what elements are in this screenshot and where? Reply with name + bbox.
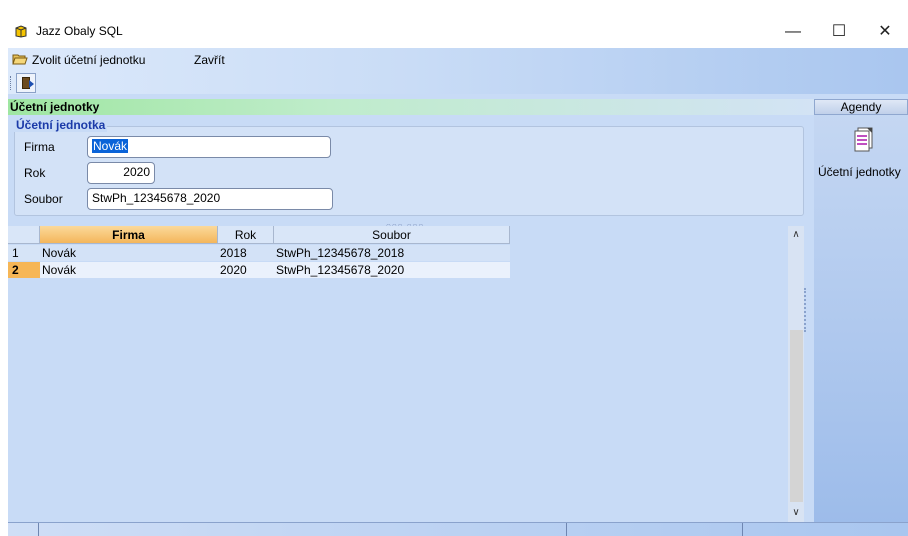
status-separator <box>38 523 39 536</box>
data-grid: ○○○ ○○○ Firma Rok Soubor 1 Novák 2018 St… <box>8 221 798 522</box>
firma-value: Novák <box>92 139 129 153</box>
main-window: Zvolit účetní jednotku Zavřít Účetní jed… <box>8 48 908 536</box>
pane-splitter[interactable] <box>804 288 810 332</box>
row-number: 2 <box>8 262 40 278</box>
section-header: Účetní jednotky <box>8 99 814 115</box>
menu-zavrit[interactable]: Zavřít <box>194 53 225 67</box>
menu-bar: Zvolit účetní jednotku Zavřít <box>8 48 908 72</box>
agendy-pane: Agendy Účetní jednotky <box>814 99 908 522</box>
agendy-header[interactable]: Agendy <box>814 99 908 115</box>
cell-rok: 2018 <box>218 245 274 261</box>
firma-label: Firma <box>24 140 55 154</box>
maximize-button[interactable]: ☐ <box>816 18 862 46</box>
status-bar <box>8 522 908 536</box>
cell-soubor: StwPh_12345678_2020 <box>274 262 510 278</box>
firma-field[interactable]: Novák <box>87 136 331 158</box>
toolbar <box>8 72 908 94</box>
menu-zvolit-ucetni-jednotku[interactable]: Zvolit účetní jednotku <box>32 53 145 67</box>
cell-firma: Novák <box>40 262 218 278</box>
scroll-thumb[interactable] <box>790 330 803 502</box>
vertical-scrollbar[interactable]: ∧ ∨ <box>788 226 804 522</box>
rok-field[interactable]: 2020 <box>87 162 155 184</box>
rok-label: Rok <box>24 166 46 180</box>
soubor-label: Soubor <box>24 192 63 206</box>
cell-rok: 2020 <box>218 262 274 278</box>
close-button[interactable]: ✕ <box>862 18 908 46</box>
status-separator <box>566 523 567 536</box>
column-header-rok[interactable]: Rok <box>218 226 274 244</box>
documents-icon[interactable] <box>852 127 874 155</box>
column-header-firma[interactable]: Firma <box>40 226 218 244</box>
folder-open-icon <box>12 54 28 65</box>
soubor-field[interactable]: StwPh_12345678_2020 <box>87 188 333 210</box>
section-title: Účetní jednotky <box>10 100 100 114</box>
cell-soubor: StwPh_12345678_2018 <box>274 245 510 261</box>
minimize-button[interactable]: — <box>770 18 816 46</box>
toolbar-grip[interactable] <box>10 76 13 90</box>
scroll-down-button[interactable]: ∨ <box>788 504 804 522</box>
exit-button[interactable] <box>16 73 36 93</box>
column-header-soubor[interactable]: Soubor <box>274 226 510 244</box>
app-icon <box>15 25 27 38</box>
window-title: Jazz Obaly SQL <box>36 24 123 38</box>
status-separator <box>742 523 743 536</box>
cell-firma: Novák <box>40 245 218 261</box>
arrow-right-icon <box>29 80 34 88</box>
agenda-item-ucetni-jednotky[interactable]: Účetní jednotky <box>818 165 901 179</box>
scroll-up-button[interactable]: ∧ <box>788 226 804 244</box>
group-title: Účetní jednotka <box>14 118 108 132</box>
header-row-number <box>8 226 40 244</box>
title-bar: Jazz Obaly SQL — ☐ ✕ <box>0 0 908 48</box>
row-number: 1 <box>8 245 40 261</box>
